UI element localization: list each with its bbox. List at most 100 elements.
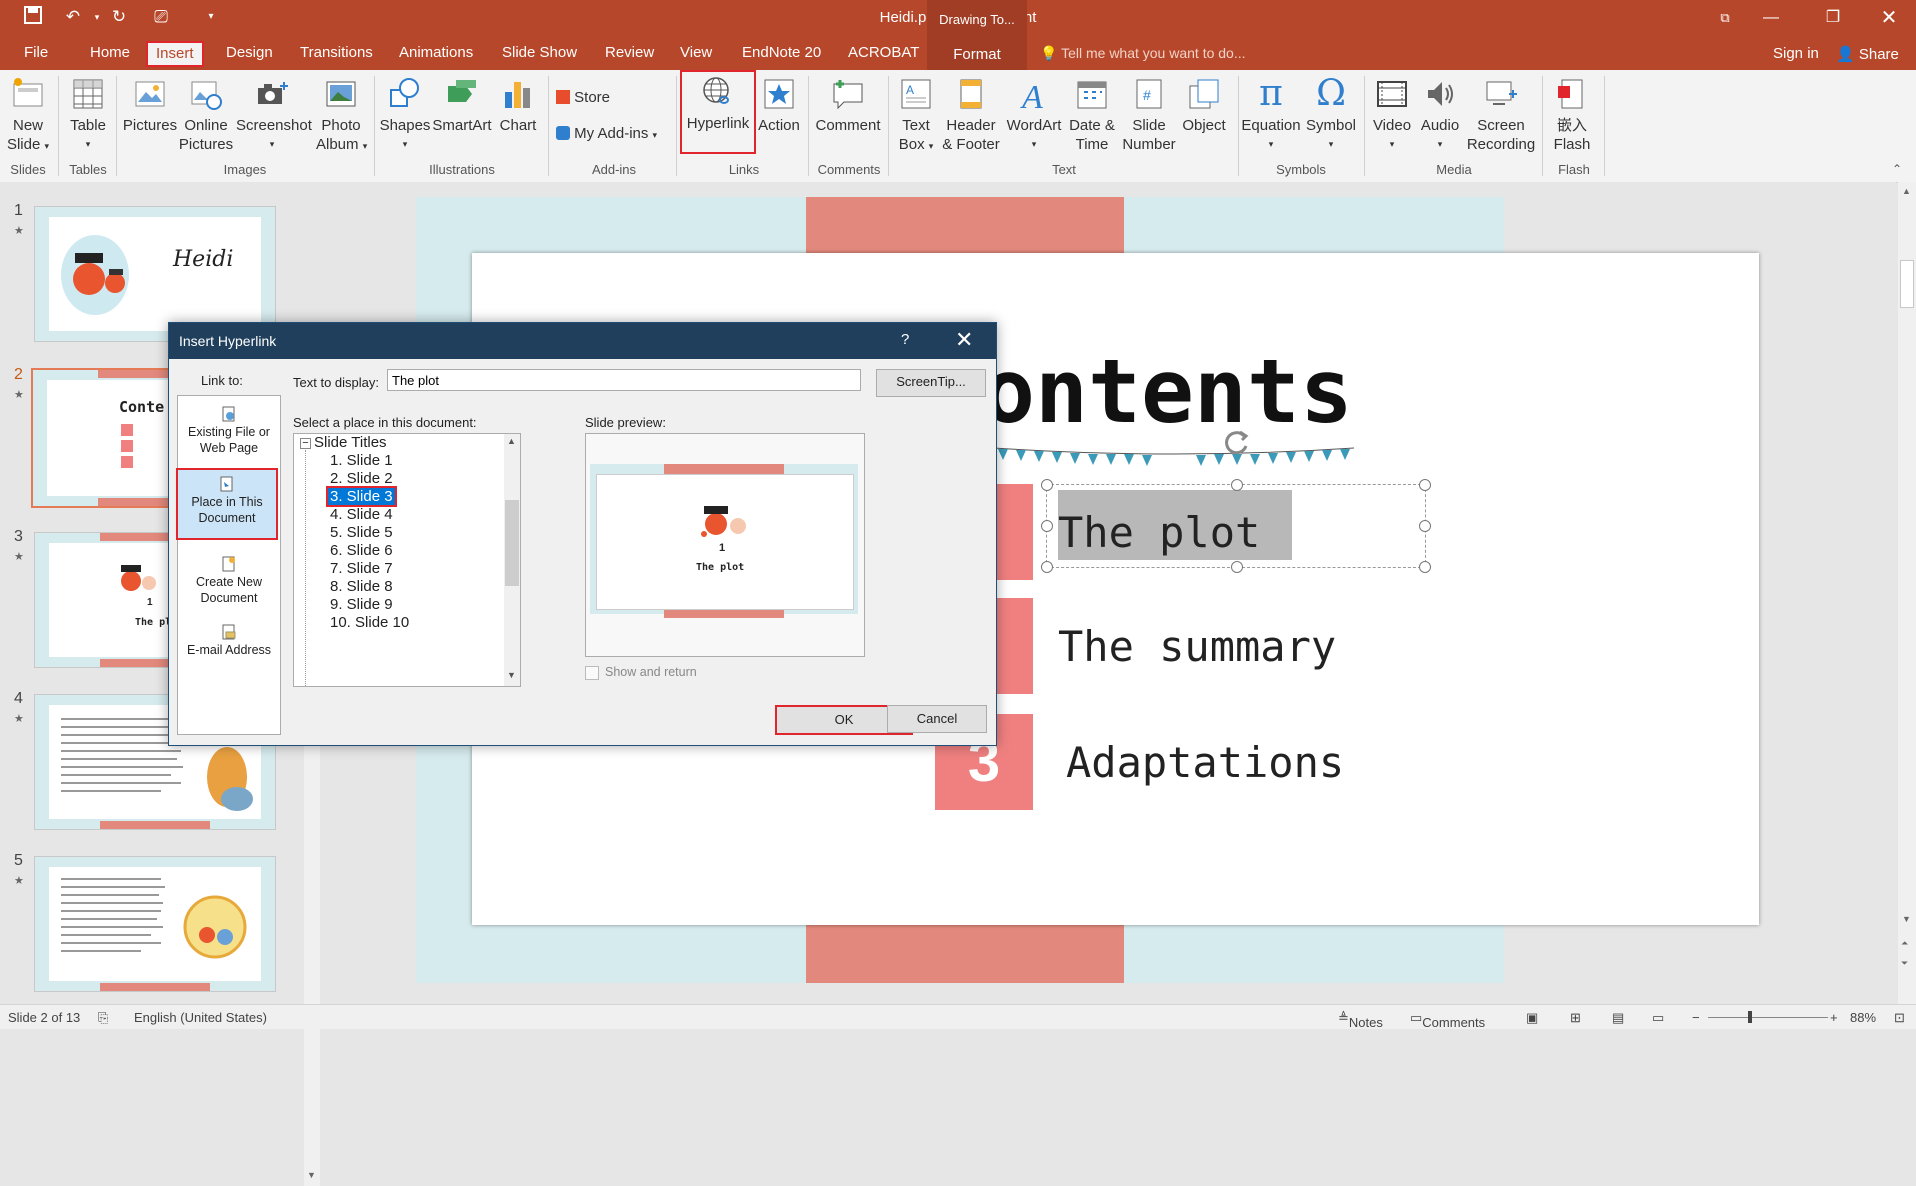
- store-button[interactable]: Store: [556, 88, 646, 107]
- tab-transitions[interactable]: Transitions: [300, 44, 373, 61]
- help-icon[interactable]: ?: [901, 331, 909, 348]
- editor-scrollbar[interactable]: ▲ ▼ ⏶ ⏷: [1898, 182, 1916, 1004]
- checkbox-box[interactable]: [585, 665, 599, 680]
- ribbon-display-options-icon[interactable]: ⧉: [1702, 0, 1748, 36]
- chart-button[interactable]: Chart: [496, 74, 540, 135]
- restore-icon[interactable]: ❐: [1810, 0, 1856, 36]
- action-button[interactable]: Action: [756, 74, 802, 135]
- zoom-slider-thumb[interactable]: [1748, 1011, 1752, 1023]
- sign-in-link[interactable]: Sign in: [1773, 45, 1819, 62]
- tree-item[interactable]: 9. Slide 9: [330, 596, 393, 613]
- equation-button[interactable]: π Equation ▾: [1240, 74, 1302, 154]
- table-button[interactable]: Table ▾: [66, 74, 110, 154]
- slide-number-button[interactable]: # Slide Number: [1122, 74, 1176, 154]
- online-pictures-button[interactable]: Online Pictures: [178, 74, 234, 154]
- notes-button[interactable]: ≜ Notes: [1338, 1010, 1383, 1030]
- tree-item[interactable]: 6. Slide 6: [330, 542, 393, 559]
- my-addins-button[interactable]: My Add-ins ▾: [556, 124, 676, 145]
- video-button[interactable]: Video ▾: [1370, 74, 1414, 154]
- resize-handle[interactable]: [1231, 561, 1243, 573]
- slide-thumbnail-5[interactable]: [34, 856, 276, 992]
- tree-item[interactable]: 8. Slide 8: [330, 578, 393, 595]
- tree-root[interactable]: Slide Titles: [314, 434, 387, 451]
- slideshow-icon[interactable]: ▭: [1652, 1010, 1664, 1026]
- resize-handle[interactable]: [1231, 479, 1243, 491]
- show-and-return-checkbox[interactable]: Show and return: [585, 665, 697, 680]
- screentip-button[interactable]: ScreenTip...: [876, 369, 986, 397]
- scroll-up-icon[interactable]: ▲: [507, 436, 516, 446]
- link-to-place-in-document[interactable]: Place in This Document: [176, 468, 278, 540]
- tree-item[interactable]: 1. Slide 1: [330, 452, 393, 469]
- language-indicator[interactable]: English (United States): [134, 1010, 267, 1025]
- tab-animations[interactable]: Animations: [399, 44, 473, 61]
- tab-format[interactable]: Format: [927, 36, 1027, 70]
- screen-recording-button[interactable]: Screen Recording: [1466, 74, 1536, 154]
- hyperlink-button[interactable]: Hyperlink: [680, 70, 756, 154]
- resize-handle[interactable]: [1419, 561, 1431, 573]
- symbol-button[interactable]: Ω Symbol ▾: [1304, 74, 1358, 154]
- text-box-button[interactable]: A Text Box ▾: [894, 74, 938, 156]
- slide-sorter-icon[interactable]: ⊞: [1570, 1010, 1581, 1026]
- scrollbar-thumb[interactable]: [505, 500, 519, 586]
- photo-album-button[interactable]: Photo Album ▾: [316, 74, 367, 156]
- tree-collapse-icon[interactable]: −: [300, 438, 311, 449]
- tab-slide-show[interactable]: Slide Show: [502, 44, 577, 61]
- zoom-slider[interactable]: [1708, 1017, 1828, 1018]
- wordart-button[interactable]: A WordArt ▾: [1004, 74, 1064, 154]
- slide-item-text[interactable]: The summary: [1058, 622, 1336, 671]
- tree-item-selected[interactable]: 3. Slide 3: [326, 486, 397, 507]
- tell-me-search[interactable]: 💡 Tell me what you want to do...: [1040, 45, 1246, 62]
- tree-item[interactable]: 5. Slide 5: [330, 524, 393, 541]
- previous-slide-icon[interactable]: ⏶: [1901, 938, 1908, 949]
- link-to-email[interactable]: E-mail Address: [178, 624, 280, 658]
- resize-handle[interactable]: [1041, 520, 1053, 532]
- tab-insert[interactable]: Insert: [146, 41, 204, 67]
- link-to-existing-file[interactable]: Existing File or Web Page: [178, 406, 280, 456]
- embed-flash-button[interactable]: 嵌入 Flash: [1548, 74, 1596, 154]
- smartart-button[interactable]: SmartArt: [432, 74, 492, 135]
- tree-item[interactable]: 7. Slide 7: [330, 560, 393, 577]
- collapse-ribbon-icon[interactable]: ⌃: [1892, 162, 1902, 176]
- object-button[interactable]: Object: [1178, 74, 1230, 135]
- pictures-button[interactable]: Pictures: [122, 74, 178, 135]
- document-places-tree[interactable]: − Slide Titles 1. Slide 1 2. Slide 2 3. …: [293, 433, 521, 687]
- tab-review[interactable]: Review: [605, 44, 654, 61]
- minimize-icon[interactable]: —: [1748, 0, 1794, 36]
- resize-handle[interactable]: [1419, 520, 1431, 532]
- tree-item[interactable]: 4. Slide 4: [330, 506, 393, 523]
- tab-acrobat[interactable]: ACROBAT: [848, 44, 919, 61]
- tab-view[interactable]: View: [680, 44, 712, 61]
- tab-endnote[interactable]: EndNote 20: [742, 44, 821, 61]
- scroll-down-icon[interactable]: ▼: [307, 1170, 316, 1180]
- slide-item-text[interactable]: The plot: [1058, 508, 1260, 557]
- scrollbar-thumb[interactable]: [1900, 260, 1914, 308]
- reading-view-icon[interactable]: ▤: [1612, 1010, 1624, 1026]
- new-slide-button[interactable]: New Slide ▾: [6, 74, 50, 156]
- scroll-down-icon[interactable]: ▼: [507, 670, 516, 680]
- close-icon[interactable]: ✕: [955, 327, 973, 353]
- zoom-out-icon[interactable]: −: [1692, 1010, 1700, 1025]
- tab-design[interactable]: Design: [226, 44, 273, 61]
- close-window-icon[interactable]: ✕: [1866, 0, 1912, 36]
- resize-handle[interactable]: [1041, 479, 1053, 491]
- comments-button[interactable]: ▭ Comments: [1410, 1010, 1485, 1030]
- slide-item-text[interactable]: Adaptations: [1066, 738, 1344, 787]
- resize-handle[interactable]: [1419, 479, 1431, 491]
- link-to-new-document[interactable]: Create New Document: [178, 556, 280, 606]
- rotate-handle-icon[interactable]: [1222, 428, 1252, 458]
- tab-home[interactable]: Home: [90, 44, 130, 61]
- text-to-display-input[interactable]: [387, 369, 861, 391]
- cancel-button[interactable]: Cancel: [887, 705, 987, 733]
- comment-button[interactable]: Comment: [814, 74, 882, 135]
- zoom-level[interactable]: 88%: [1850, 1010, 1876, 1025]
- scroll-down-icon[interactable]: ▼: [1902, 914, 1911, 924]
- header-footer-button[interactable]: Header & Footer: [942, 74, 1000, 154]
- tree-item[interactable]: 2. Slide 2: [330, 470, 393, 487]
- shapes-button[interactable]: Shapes ▾: [378, 74, 432, 154]
- slide-title[interactable]: ontents: [982, 340, 1353, 443]
- next-slide-icon[interactable]: ⏷: [1901, 958, 1908, 969]
- date-time-button[interactable]: Date & Time: [1066, 74, 1118, 154]
- share-button[interactable]: 👤 Share: [1836, 45, 1899, 63]
- scroll-up-icon[interactable]: ▲: [1902, 186, 1911, 196]
- audio-button[interactable]: Audio ▾: [1418, 74, 1462, 154]
